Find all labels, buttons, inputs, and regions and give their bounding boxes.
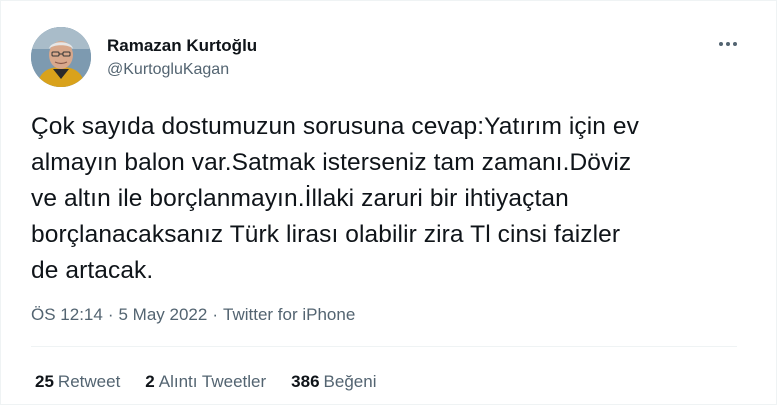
more-horizontal-icon[interactable]: [715, 33, 741, 55]
tweet-time[interactable]: ÖS 12:14: [31, 305, 103, 325]
retweets-label: Retweet: [57, 372, 121, 391]
dot: [719, 42, 723, 46]
retweets-stat[interactable]: 25 Retweet: [35, 372, 120, 392]
likes-count: 386: [291, 372, 320, 391]
display-name[interactable]: Ramazan Kurtoğlu: [107, 36, 257, 56]
tweet-meta: ÖS 12:14 · 5 May 2022 · Twitter for iPho…: [31, 305, 355, 325]
quotes-count: 2: [145, 372, 155, 391]
tweet-date[interactable]: 5 May 2022: [119, 305, 208, 325]
dot: [733, 42, 737, 46]
avatar-image: [31, 27, 91, 87]
quotes-label: Alıntı Tweetler: [158, 372, 267, 391]
divider: [31, 346, 737, 347]
likes-label: Beğeni: [323, 372, 377, 391]
dot: [726, 42, 730, 46]
tweet-text: Çok sayıda dostumuzun sorusuna cevap:Yat…: [31, 113, 640, 284]
tweet-source[interactable]: Twitter for iPhone: [223, 305, 355, 325]
likes-stat[interactable]: 386 Beğeni: [291, 372, 376, 392]
tweet-card: Ramazan Kurtoğlu @KurtogluKagan Çok sayı…: [0, 0, 777, 405]
quotes-stat[interactable]: 2 Alıntı Tweetler: [145, 372, 266, 392]
avatar[interactable]: [31, 27, 91, 87]
tweet-stats: 25 Retweet 2 Alıntı Tweetler 386 Beğeni: [35, 372, 376, 392]
meta-separator: ·: [212, 305, 219, 324]
meta-separator: ·: [107, 305, 114, 324]
user-handle[interactable]: @KurtogluKagan: [107, 61, 229, 79]
retweets-count: 25: [35, 372, 54, 391]
